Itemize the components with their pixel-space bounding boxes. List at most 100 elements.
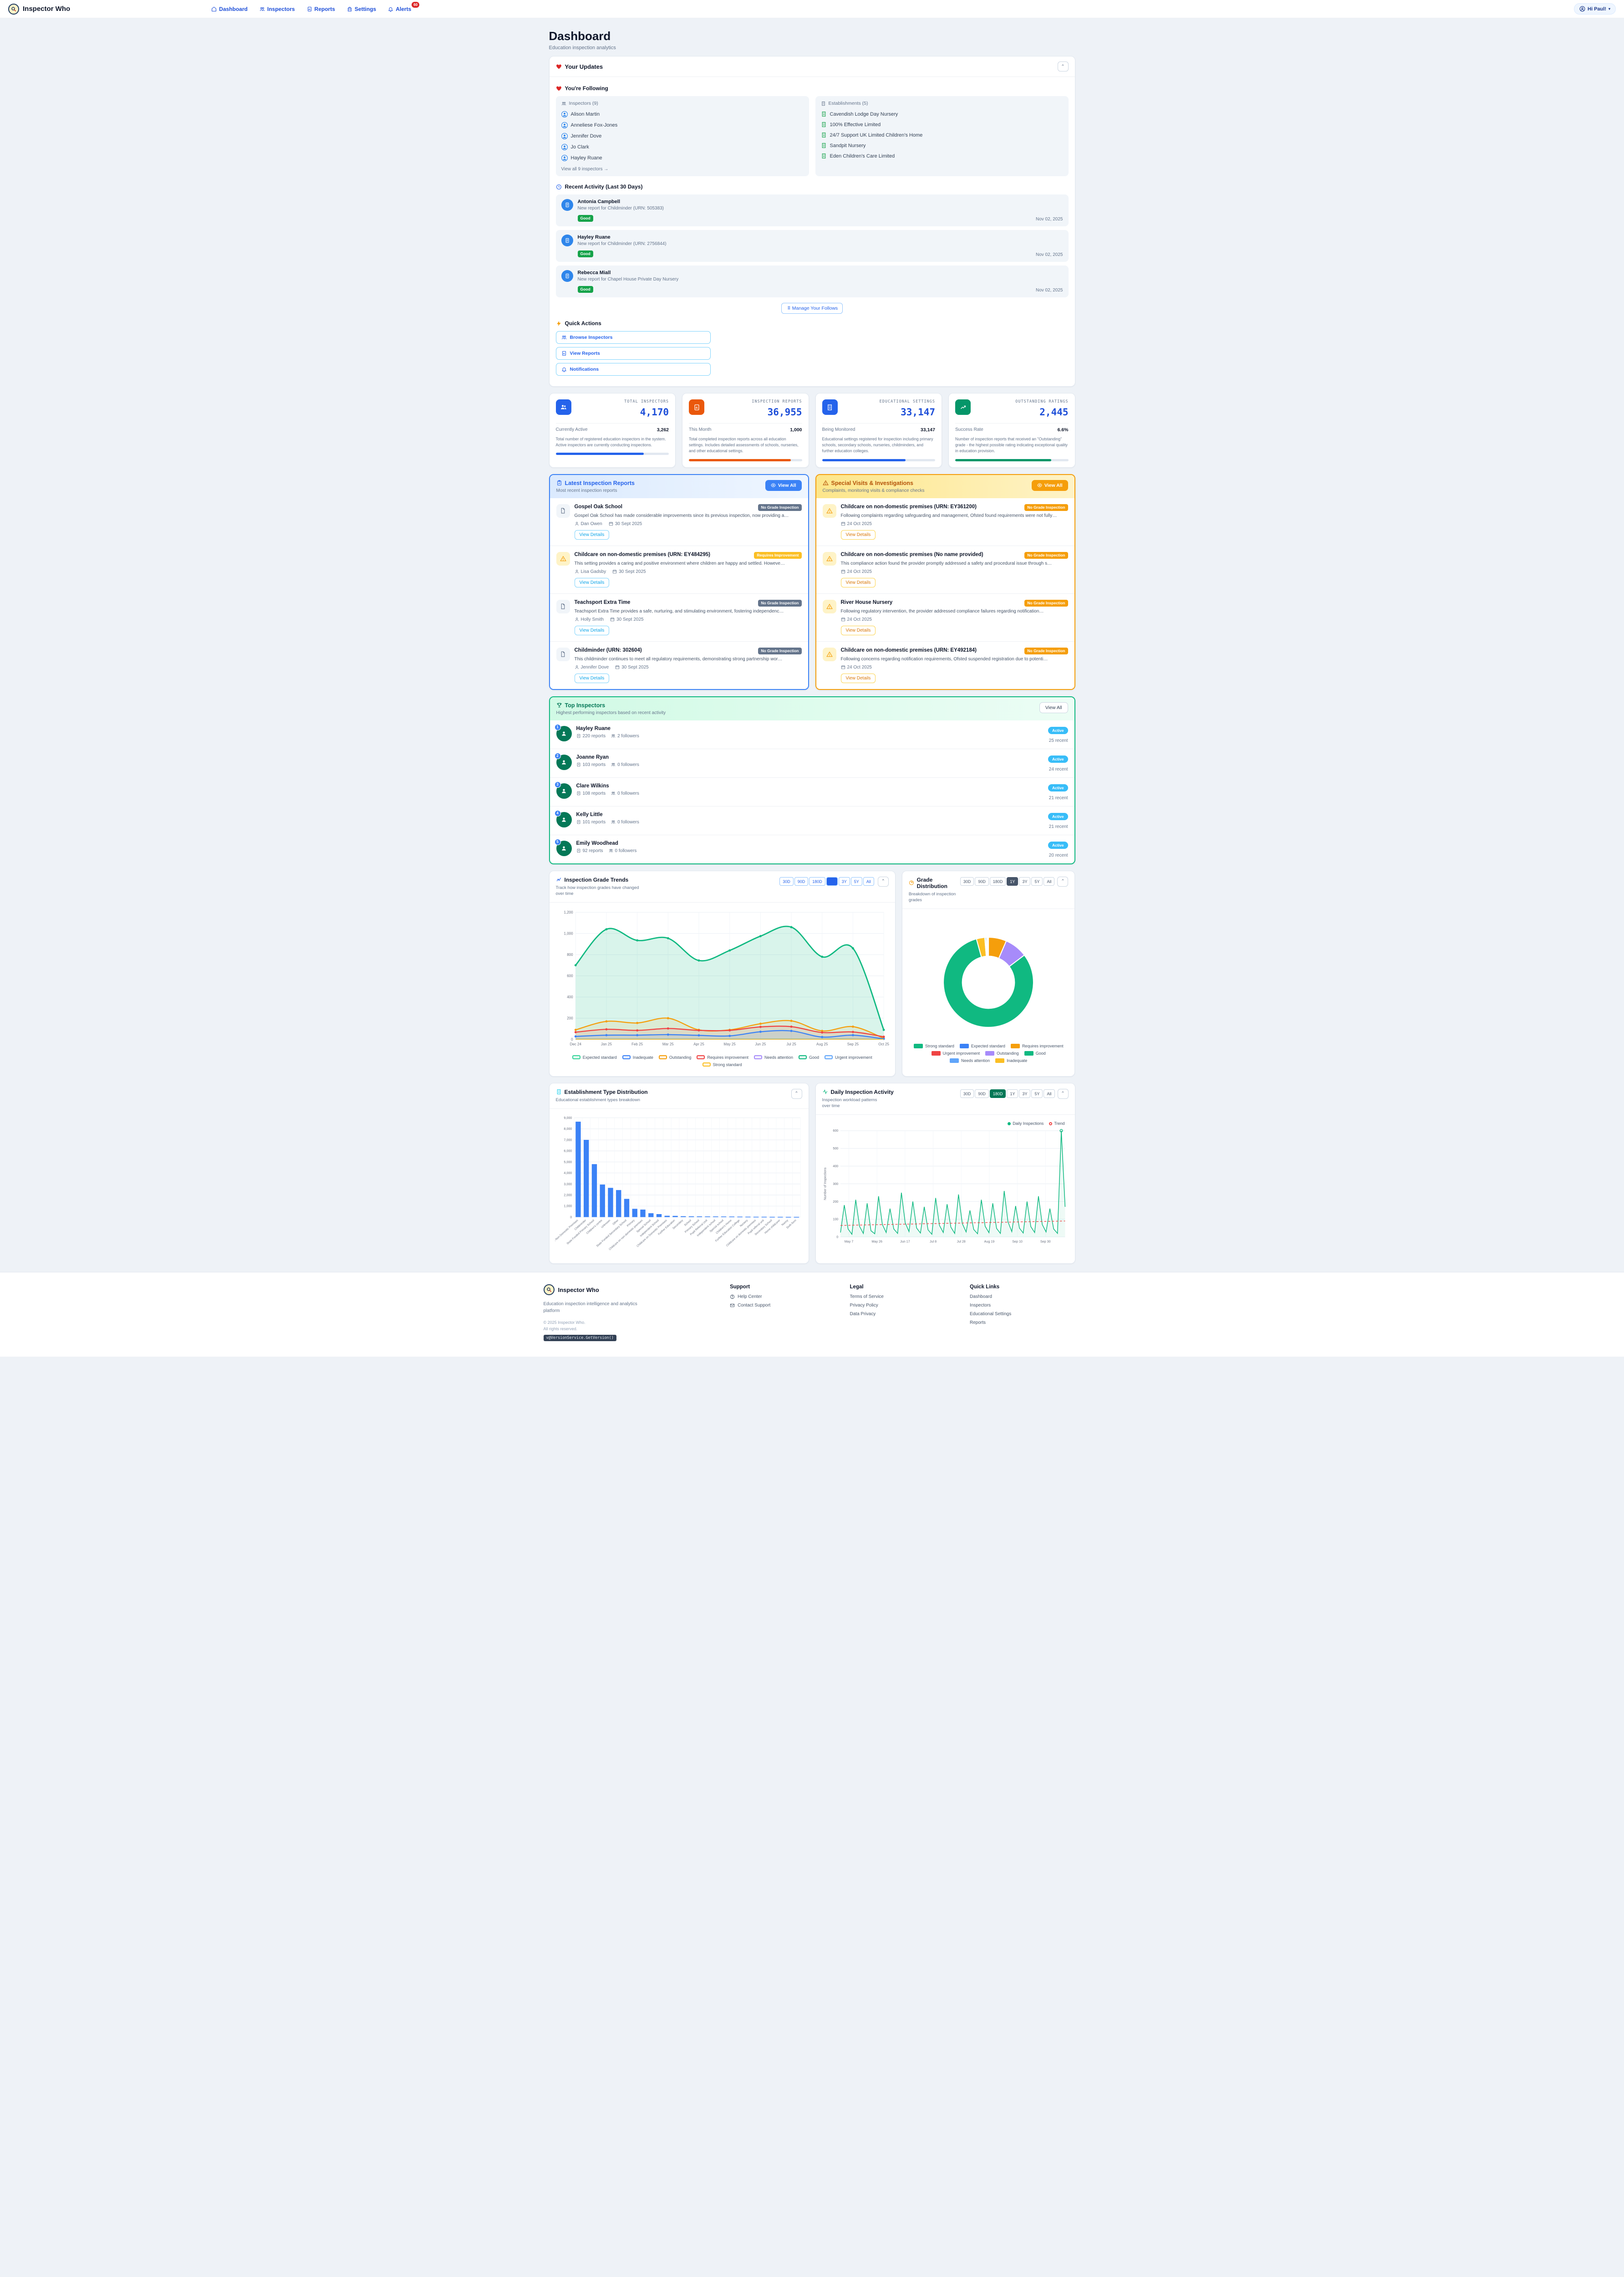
view-details-button[interactable]: View Details	[575, 578, 610, 587]
terms-link[interactable]: Terms of Service	[850, 1294, 961, 1299]
manage-follows-button[interactable]: Manage Your Follows	[781, 303, 843, 314]
inspector-row[interactable]: 2 Joanne Ryan 103 reports 0 followers Ac…	[550, 749, 1074, 778]
view-details-button[interactable]: View Details	[575, 530, 610, 540]
stat-card-outstanding-ratings: OUTSTANDING RATINGS 2,445 Success Rate6.…	[948, 393, 1075, 468]
legend-item[interactable]: Requires improvement	[697, 1055, 748, 1060]
legend-item[interactable]: Inadequate	[622, 1055, 653, 1060]
legend-item[interactable]: Outstanding	[659, 1055, 692, 1060]
view-details-button[interactable]: View Details	[841, 626, 876, 635]
privacy-link[interactable]: Privacy Policy	[850, 1303, 961, 1308]
notifications-button[interactable]: Notifications	[556, 363, 711, 376]
followed-establishment[interactable]: 100% Effective Limited	[821, 119, 1063, 130]
daily-range-buttons: 30D 90D 180D 1Y 3Y 5Y All ⌃	[960, 1089, 1069, 1099]
range-90d[interactable]: 90D	[975, 877, 989, 886]
view-reports-button[interactable]: View Reports	[556, 347, 711, 360]
your-updates-card: Your Updates ⌃ You're Following Inspecto…	[549, 56, 1075, 387]
collapse-updates-button[interactable]: ⌃	[1058, 61, 1069, 71]
report-title: Childminder (URN: 302604)	[575, 648, 642, 653]
collapse-daily-button[interactable]: ⌃	[1058, 1089, 1069, 1099]
range-all[interactable]: All	[1044, 877, 1054, 886]
followed-establishment[interactable]: Eden Children's Care Limited	[821, 151, 1063, 161]
view-details-button[interactable]: View Details	[841, 578, 876, 587]
followed-inspector[interactable]: Jo Clark	[561, 142, 804, 153]
report-item: Teachsport Extra TimeNo Grade Inspection…	[550, 594, 808, 642]
nav-alerts[interactable]: Alerts 60	[388, 6, 411, 12]
range-30d[interactable]: 30D	[960, 1089, 974, 1098]
browse-inspectors-button[interactable]: Browse Inspectors	[556, 331, 711, 344]
legend-item[interactable]: Strong standard	[914, 1044, 954, 1048]
activity-date: Nov 02, 2025	[1036, 252, 1063, 257]
legend-item[interactable]: Good	[799, 1055, 819, 1060]
latest-reports-view-all-button[interactable]: View All	[765, 480, 802, 491]
nav-settings[interactable]: Settings	[347, 6, 376, 12]
nav-reports[interactable]: Reports	[307, 6, 335, 12]
activity-row[interactable]: Antonia Campbell New report for Childmin…	[556, 194, 1069, 226]
range-3y[interactable]: 3Y	[1019, 877, 1030, 886]
collapse-distribution-button[interactable]: ⌃	[1057, 877, 1068, 887]
range-1y[interactable]: 1Y	[1007, 1089, 1018, 1098]
brand[interactable]: Inspector Who	[8, 4, 70, 15]
followed-inspector[interactable]: Hayley Ruane	[561, 153, 804, 163]
range-90d[interactable]: 90D	[794, 877, 809, 886]
range-5y[interactable]: 5Y	[1031, 877, 1043, 886]
view-details-button[interactable]: View Details	[841, 530, 876, 540]
range-all[interactable]: All	[1044, 1089, 1054, 1098]
legend-item[interactable]: Outstanding	[985, 1051, 1019, 1056]
inspector-row[interactable]: 1 Hayley Ruane 220 reports 2 followers A…	[550, 720, 1074, 749]
range-30d[interactable]: 30D	[960, 877, 974, 886]
legend-item[interactable]: Urgent improvement	[825, 1055, 872, 1060]
activity-row[interactable]: Hayley Ruane New report for Childminder …	[556, 230, 1069, 262]
user-menu-button[interactable]: Hi Paul! ▾	[1574, 3, 1616, 15]
range-3y[interactable]: 3Y	[839, 877, 850, 886]
view-all-inspectors-link[interactable]: View all 9 inspectors →	[561, 167, 804, 172]
help-center-link[interactable]: Help Center	[730, 1294, 840, 1299]
footer-inspectors-link[interactable]: Inspectors	[970, 1303, 1080, 1308]
inspector-row[interactable]: 5 Emily Woodhead 92 reports 0 followers …	[550, 835, 1074, 863]
footer-reports-link[interactable]: Reports	[970, 1320, 1080, 1325]
view-details-button[interactable]: View Details	[575, 626, 610, 635]
collapse-establishment-button[interactable]: ⌃	[791, 1089, 802, 1099]
view-details-button[interactable]: View Details	[841, 674, 876, 683]
contact-support-link[interactable]: Contact Support	[730, 1303, 840, 1308]
followed-establishment[interactable]: Sandpit Nursery	[821, 140, 1063, 151]
range-all[interactable]: All	[863, 877, 874, 886]
range-30d[interactable]: 30D	[779, 877, 794, 886]
legend-item[interactable]: Good	[1024, 1051, 1046, 1056]
nav-inspectors[interactable]: Inspectors	[260, 6, 295, 12]
your-updates-header: Your Updates ⌃	[550, 56, 1075, 77]
legend-item[interactable]: Urgent improvement	[932, 1051, 980, 1056]
range-1y[interactable]: 1Y	[1007, 877, 1018, 886]
range-180d[interactable]: 180D	[990, 877, 1006, 886]
followed-inspector[interactable]: Jennifer Dove	[561, 131, 804, 142]
nav-dashboard[interactable]: Dashboard	[211, 6, 248, 12]
view-details-button[interactable]: View Details	[575, 674, 610, 683]
footer-dashboard-link[interactable]: Dashboard	[970, 1294, 1080, 1299]
range-5y[interactable]: 5Y	[851, 877, 862, 886]
range-3y[interactable]: 3Y	[1019, 1089, 1030, 1098]
legend-item[interactable]: Needs attention	[754, 1055, 793, 1060]
range-180d[interactable]: 180D	[809, 877, 825, 886]
legend-item[interactable]: Inadequate	[995, 1058, 1027, 1063]
footer-settings-link[interactable]: Educational Settings	[970, 1312, 1080, 1317]
inspector-row[interactable]: 4 Kelly Little 101 reports 0 followers A…	[550, 807, 1074, 835]
legend-item[interactable]: Needs attention	[950, 1058, 990, 1063]
range-90d[interactable]: 90D	[975, 1089, 989, 1098]
followed-establishment[interactable]: Cavendish Lodge Day Nursery	[821, 109, 1063, 119]
legend-item[interactable]: Strong standard	[703, 1062, 742, 1067]
data-privacy-link[interactable]: Data Privacy	[850, 1312, 961, 1317]
followed-inspector[interactable]: Alison Martin	[561, 109, 804, 120]
range-1y[interactable]: 1Y	[826, 877, 838, 886]
top-inspectors-view-all-button[interactable]: View All	[1039, 702, 1068, 713]
followed-inspector[interactable]: Anneliese Fox-Jones	[561, 120, 804, 131]
legend-item[interactable]: Requires improvement	[1011, 1044, 1064, 1048]
special-visits-view-all-button[interactable]: View All	[1032, 480, 1068, 491]
collapse-trends-button[interactable]: ⌃	[878, 877, 889, 887]
legend-item[interactable]: Expected standard	[572, 1055, 617, 1060]
inspector-row[interactable]: 3 Clare Wilkins 108 reports 0 followers …	[550, 778, 1074, 807]
followed-establishment[interactable]: 24/7 Support UK Limited Children's Home	[821, 130, 1063, 140]
range-180d[interactable]: 180D	[990, 1089, 1006, 1098]
range-5y[interactable]: 5Y	[1031, 1089, 1043, 1098]
activity-row[interactable]: Rebecca Miall New report for Chapel Hous…	[556, 265, 1069, 297]
legend-item[interactable]: Expected standard	[960, 1044, 1005, 1048]
stat-card-total-inspectors: TOTAL INSPECTORS 4,170 Currently Active3…	[549, 393, 676, 468]
